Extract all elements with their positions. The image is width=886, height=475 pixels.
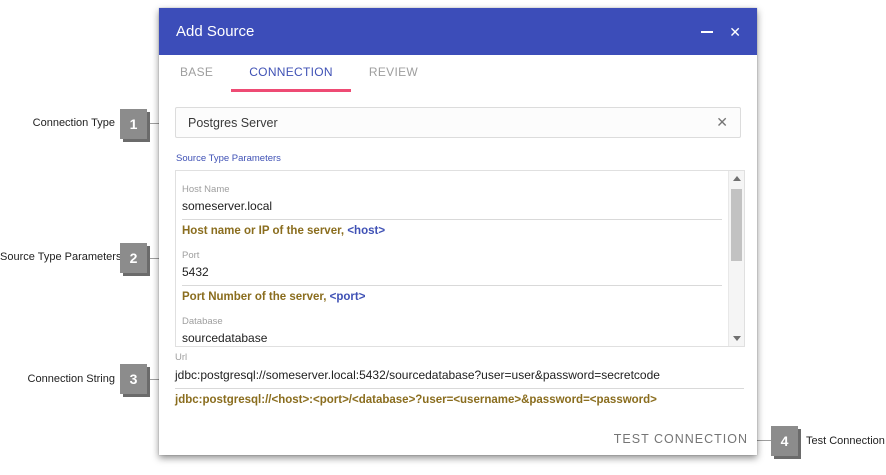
callout-badge-3: 3 xyxy=(120,364,147,394)
page: Connection Type Source Type Parameters C… xyxy=(0,0,886,475)
connection-type-input[interactable]: Postgres Server ✕ xyxy=(175,107,741,138)
callout-label-source-type-parameters: Source Type Parameters xyxy=(0,251,115,263)
port-value[interactable]: 5432 xyxy=(182,265,722,286)
scrollbar[interactable] xyxy=(728,171,744,346)
tab-bar: BASE CONNECTION REVIEW xyxy=(159,55,757,92)
tab-review[interactable]: REVIEW xyxy=(351,55,436,92)
hint-placeholder: <port> xyxy=(330,291,366,303)
host-name-hint: Host name or IP of the server, <host> xyxy=(182,225,722,237)
callout-badge-4: 4 xyxy=(771,426,798,456)
database-value[interactable]: sourcedatabase xyxy=(182,331,722,346)
scroll-down-arrow-icon[interactable] xyxy=(729,331,745,346)
parameters-scroll-content: Host Name someserver.local Host name or … xyxy=(176,171,728,346)
close-icon[interactable]: ✕ xyxy=(729,25,741,39)
source-type-parameters-label: Source Type Parameters xyxy=(176,153,281,164)
database-label: Database xyxy=(182,316,722,327)
host-name-label: Host Name xyxy=(182,184,722,195)
url-hint: jdbc:postgresql://<host>:<port>/<databas… xyxy=(175,394,744,406)
tab-base[interactable]: BASE xyxy=(162,55,231,92)
hint-placeholder: <host> xyxy=(347,225,385,237)
minimize-icon[interactable] xyxy=(701,31,713,33)
port-field[interactable]: Port 5432 Port Number of the server, <po… xyxy=(182,237,722,303)
callout-badge-2: 2 xyxy=(120,243,147,273)
callout-label-connection-string: Connection String xyxy=(0,373,115,385)
test-connection-button[interactable]: TEST CONNECTION xyxy=(614,432,748,446)
callout-label-test-connection: Test Connection xyxy=(806,435,885,447)
window-controls: ✕ xyxy=(701,25,757,39)
dialog-titlebar: Add Source ✕ xyxy=(159,8,757,55)
url-value[interactable]: jdbc:postgresql://someserver.local:5432/… xyxy=(175,368,744,389)
tab-connection[interactable]: CONNECTION xyxy=(231,55,351,92)
source-type-parameters-panel: Host Name someserver.local Host name or … xyxy=(175,170,745,347)
port-label: Port xyxy=(182,250,722,261)
scrollbar-thumb[interactable] xyxy=(731,189,742,261)
add-source-dialog: Add Source ✕ BASE CONNECTION REVIEW Post… xyxy=(159,8,757,455)
host-name-value[interactable]: someserver.local xyxy=(182,199,722,220)
url-field[interactable]: Url jdbc:postgresql://someserver.local:5… xyxy=(175,352,744,406)
database-field[interactable]: Database sourcedatabase xyxy=(182,303,722,346)
callout-label-connection-type: Connection Type xyxy=(0,117,115,129)
connection-type-value: Postgres Server xyxy=(176,116,716,130)
url-label: Url xyxy=(175,352,744,363)
clear-icon[interactable]: ✕ xyxy=(716,114,740,131)
port-hint: Port Number of the server, <port> xyxy=(182,291,722,303)
scroll-up-arrow-icon[interactable] xyxy=(729,171,745,186)
hint-text: Host name or IP of the server, xyxy=(182,225,347,237)
hint-text: Port Number of the server, xyxy=(182,291,330,303)
dialog-title: Add Source xyxy=(159,23,701,40)
host-name-field[interactable]: Host Name someserver.local Host name or … xyxy=(182,171,722,237)
callout-badge-1: 1 xyxy=(120,109,147,139)
